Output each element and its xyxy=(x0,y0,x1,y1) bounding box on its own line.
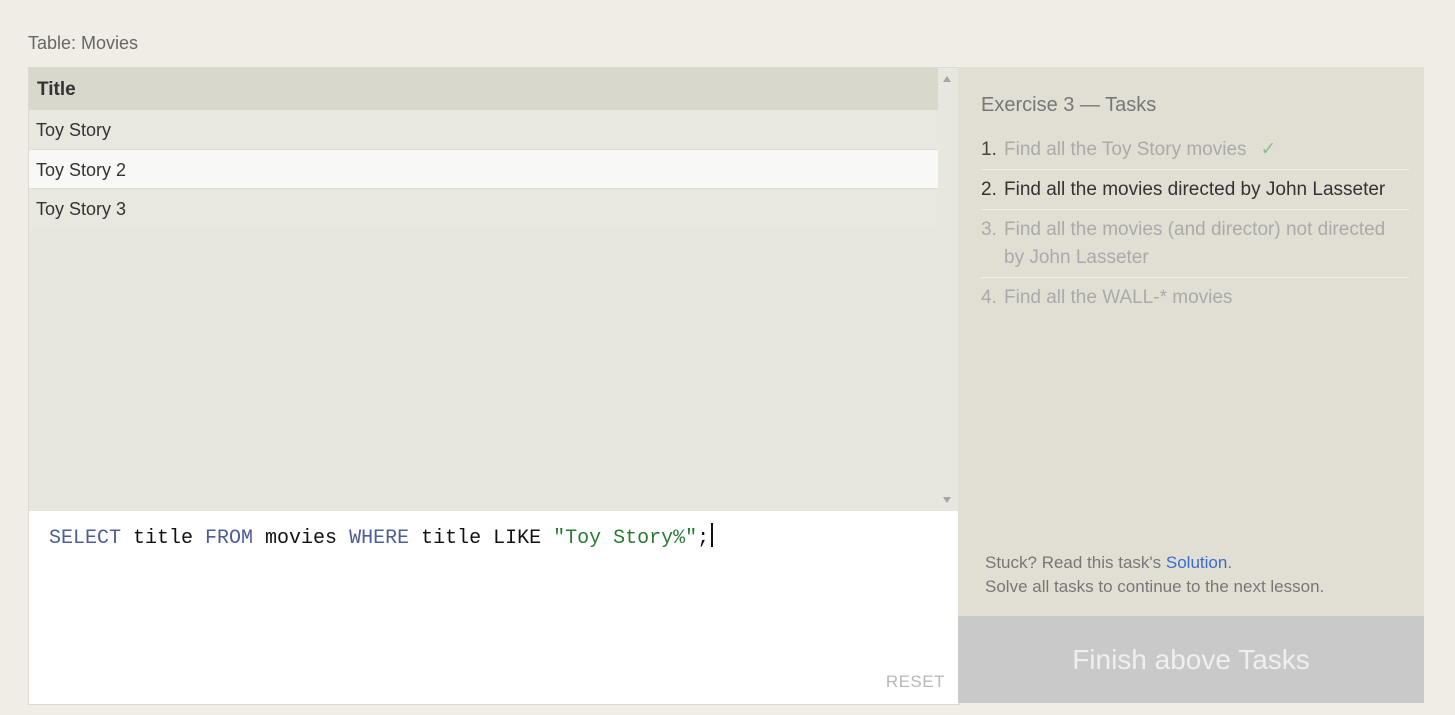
stuck-suffix: . xyxy=(1227,553,1233,572)
exercise-title: Exercise 3 — Tasks xyxy=(981,94,1157,116)
sql-keyword: WHERE xyxy=(349,527,410,550)
text-caret xyxy=(711,523,714,547)
task-text: Find all the movies directed by John Las… xyxy=(1004,179,1386,200)
sql-string: "Toy Story%" xyxy=(553,527,698,550)
results-scrollbar[interactable] xyxy=(938,68,959,511)
task-text: Find all the Toy Story movies xyxy=(1004,139,1247,160)
table-row: Toy Story xyxy=(29,110,938,150)
task-list: 1. Find all the Toy Story movies ✓ 2. Fin… xyxy=(981,135,1409,322)
query-panel: Title Toy Story Toy Story 2 Toy Story 3 … xyxy=(28,67,960,705)
task-number: 1. xyxy=(981,139,997,160)
reset-button[interactable]: RESET xyxy=(886,672,945,692)
sql-text: movies xyxy=(253,527,350,550)
task-item-4: 4. Find all the WALL-* movies xyxy=(981,283,1409,317)
solution-link[interactable]: Solution xyxy=(1166,553,1227,572)
task-item-1: 1. Find all the Toy Story movies ✓ xyxy=(981,135,1409,170)
table-caption: Table: Movies xyxy=(28,33,139,53)
checkmark-icon: ✓ xyxy=(1260,139,1277,160)
task-number: 3. xyxy=(981,219,997,240)
finish-tasks-button[interactable]: Finish above Tasks xyxy=(958,616,1424,703)
column-header-title: Title xyxy=(29,68,938,110)
sql-text: title xyxy=(121,527,206,550)
solve-all-text: Solve all tasks to continue to the next … xyxy=(985,577,1325,596)
sql-text: title LIKE xyxy=(409,527,554,550)
task-number: 2. xyxy=(981,179,997,200)
help-text: Stuck? Read this task's Solution. Solve … xyxy=(985,551,1324,599)
results-area: Title Toy Story Toy Story 2 Toy Story 3 xyxy=(29,68,959,511)
table-row: Toy Story 3 xyxy=(29,189,938,229)
sql-editor[interactable]: SELECT title FROM movies WHERE title LIK… xyxy=(29,511,959,704)
task-text: Find all the WALL-* movies xyxy=(1004,287,1233,308)
exercise-panel: Exercise 3 — Tasks 1. Find all the Toy S… xyxy=(958,67,1424,703)
table-row: Toy Story 2 xyxy=(29,149,938,189)
sql-text: ; xyxy=(697,527,710,550)
sql-keyword: FROM xyxy=(205,527,254,550)
scroll-up-arrow-icon[interactable] xyxy=(943,76,951,82)
task-item-3: 3. Find all the movies (and director) no… xyxy=(981,215,1409,278)
task-number: 4. xyxy=(981,287,997,308)
stuck-prefix: Stuck? Read this task's xyxy=(985,553,1166,572)
task-item-2: 2. Find all the movies directed by John … xyxy=(981,175,1409,210)
task-text: Find all the movies (and director) not d… xyxy=(1004,219,1386,268)
scroll-down-arrow-icon[interactable] xyxy=(943,497,951,503)
results-table: Title Toy Story Toy Story 2 Toy Story 3 xyxy=(29,68,938,229)
sql-keyword: SELECT xyxy=(49,527,122,550)
sql-query-text[interactable]: SELECT title FROM movies WHERE title LIK… xyxy=(49,523,714,550)
